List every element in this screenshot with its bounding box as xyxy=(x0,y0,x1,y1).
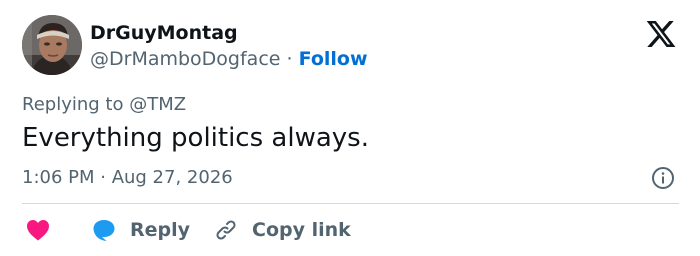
reply-button[interactable]: Reply xyxy=(92,217,190,243)
action-bar: Reply Copy link xyxy=(0,214,700,246)
copy-link-button[interactable]: Copy link xyxy=(214,217,351,243)
author-handle[interactable]: @DrMamboDogface xyxy=(90,48,280,70)
reply-context: Replying to @TMZ xyxy=(22,94,186,115)
replying-to-mention[interactable]: @TMZ xyxy=(129,94,186,115)
avatar[interactable] xyxy=(22,15,82,75)
follow-button[interactable]: Follow xyxy=(299,48,368,70)
x-logo-icon[interactable] xyxy=(645,18,677,50)
info-icon[interactable] xyxy=(651,166,675,190)
tweet-timestamp[interactable]: 1:06 PM · Aug 27, 2026 xyxy=(22,167,233,188)
divider xyxy=(22,203,679,204)
reply-label: Reply xyxy=(130,219,191,241)
replying-to-label: Replying to xyxy=(22,94,124,115)
author-name[interactable]: DrGuyMontag xyxy=(90,22,238,44)
tweet-text: Everything politics always. xyxy=(22,123,369,153)
heart-icon[interactable] xyxy=(26,219,50,241)
speech-bubble-icon xyxy=(93,220,115,241)
author-handle-row: @DrMamboDogface · Follow xyxy=(90,48,368,70)
link-icon xyxy=(216,220,236,240)
separator-dot: · xyxy=(286,48,293,70)
copy-link-label: Copy link xyxy=(252,219,351,241)
